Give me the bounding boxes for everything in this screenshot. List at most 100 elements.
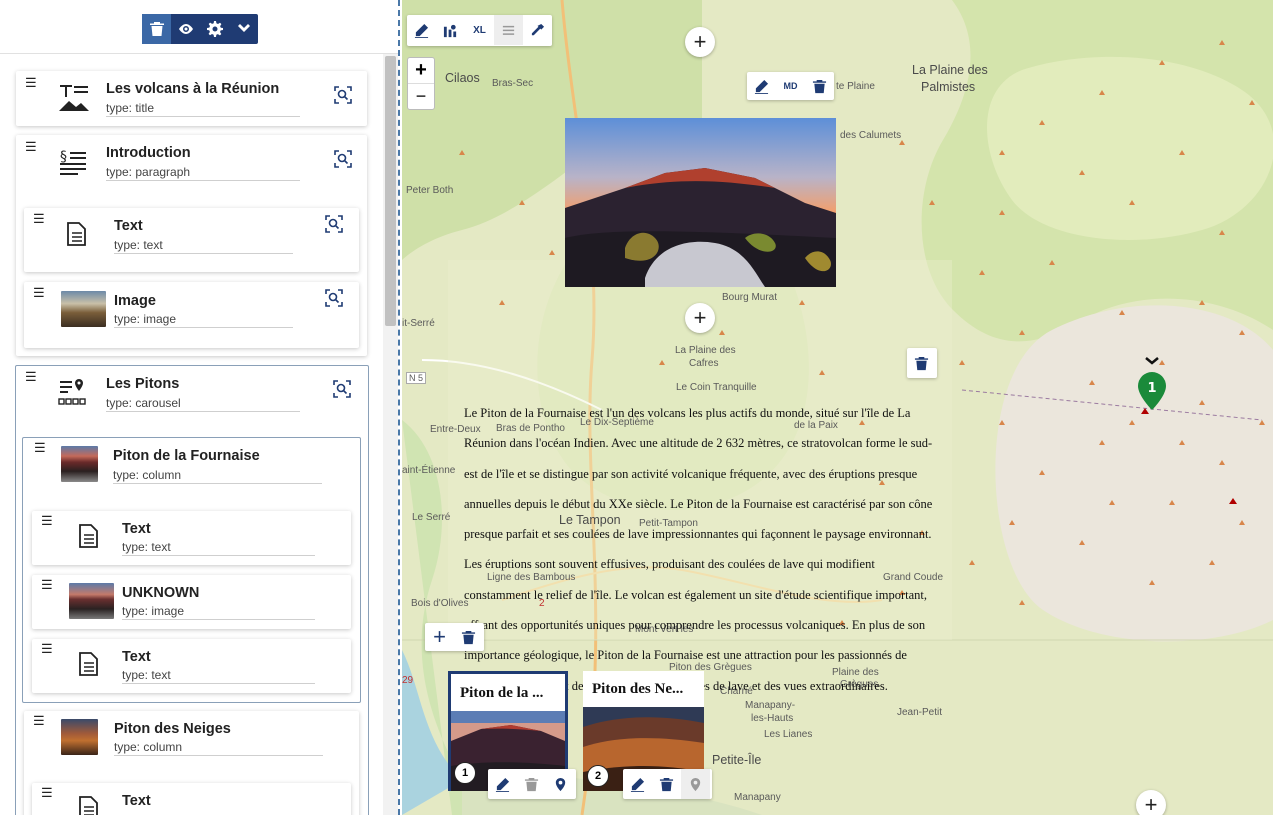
- document-icon: [79, 524, 98, 548]
- place-label: les-Hauts: [751, 713, 794, 724]
- outline-item-title-text: Les volcans à la Réunion: [106, 81, 280, 97]
- drag-handle-icon[interactable]: ☰: [33, 286, 45, 299]
- outline-item-type: type: image: [114, 312, 293, 328]
- drag-handle-icon[interactable]: ☰: [41, 642, 53, 655]
- place-label: Le Coin Tranquille: [676, 382, 757, 393]
- place-label: La Plaine des: [912, 63, 988, 77]
- outline-item-title-text: Text: [122, 793, 151, 809]
- gear-icon[interactable]: [200, 14, 229, 44]
- drag-handle-icon[interactable]: ☰: [33, 212, 45, 225]
- slide-toolbar: [623, 769, 712, 799]
- sidebar-toolbar: [142, 14, 258, 44]
- trash-icon[interactable]: [907, 348, 936, 378]
- place-label: it-Serré: [402, 318, 435, 329]
- zoom-out-button[interactable]: −: [408, 84, 434, 109]
- pencil-icon[interactable]: [488, 769, 517, 799]
- drag-handle-icon[interactable]: ☰: [41, 578, 53, 591]
- zoom-in-button[interactable]: +: [408, 58, 434, 84]
- zoom-to-icon[interactable]: [325, 289, 343, 307]
- add-slide-button[interactable]: +: [425, 623, 454, 651]
- zoom-to-icon[interactable]: [325, 215, 343, 233]
- trash-icon[interactable]: [805, 72, 834, 100]
- outline-item-title-text: Piton des Neiges: [114, 721, 231, 737]
- trash-icon[interactable]: [517, 769, 546, 799]
- volcano-image[interactable]: [565, 118, 836, 287]
- outline-item-type: type: text: [122, 540, 315, 556]
- place-label: Bourg Murat: [722, 292, 778, 303]
- carousel-icon: [58, 379, 86, 405]
- place-label: Le Serré: [412, 512, 451, 523]
- scrollbar-thumb[interactable]: [385, 56, 396, 326]
- outline-item-text[interactable]: ☰ Text type: text: [32, 639, 351, 693]
- align-icon[interactable]: [494, 15, 523, 45]
- drag-handle-icon[interactable]: ☰: [25, 140, 37, 153]
- eyedropper-icon[interactable]: [523, 15, 552, 45]
- outline-item-type: type: column: [113, 468, 322, 484]
- outline-item-title-text: Image: [114, 293, 156, 309]
- place-label: Manapany-: [745, 700, 796, 711]
- trash-icon[interactable]: [454, 623, 483, 651]
- outline-item-title-text: Introduction: [106, 145, 191, 161]
- outline-item-title[interactable]: ☰ Les volcans à la Réunion type: title: [16, 71, 367, 126]
- trash-icon[interactable]: [142, 14, 171, 44]
- place-label: Bois d'Olives: [411, 598, 469, 609]
- drag-handle-icon[interactable]: ☰: [41, 514, 53, 527]
- zoom-to-icon[interactable]: [334, 150, 352, 168]
- outline-item-type: type: text: [122, 668, 315, 684]
- size-button[interactable]: MD: [776, 72, 805, 100]
- place-label: te Plaine: [836, 81, 875, 92]
- chevron-down-icon[interactable]: [229, 14, 258, 44]
- outline-item-text[interactable]: ☰ Text type: text: [24, 208, 359, 272]
- slide-number: 2: [587, 765, 609, 787]
- drag-handle-icon[interactable]: ☰: [25, 76, 37, 89]
- text-block-toolbar: [907, 348, 937, 378]
- map-toolbar: XL: [407, 15, 552, 46]
- outline-item-title-text: Text: [114, 218, 143, 234]
- outline-item-title-text: Text: [122, 649, 151, 665]
- drag-handle-icon[interactable]: ☰: [34, 441, 46, 454]
- map-canvas[interactable]: Cilaos Bras-Sec La Plaine des Palmistes …: [402, 0, 1273, 815]
- outline-item-image[interactable]: ☰ Image type: image: [24, 282, 359, 348]
- pencil-icon[interactable]: [623, 769, 652, 799]
- story-outline-sidebar: ☰ Les volcans à la Réunion type: title ☰…: [0, 0, 400, 815]
- place-label: Bras-Sec: [492, 78, 534, 89]
- location-pin-icon[interactable]: [546, 769, 575, 799]
- document-icon: [79, 652, 98, 676]
- size-button[interactable]: XL: [465, 15, 494, 45]
- eye-icon[interactable]: [171, 14, 200, 44]
- outline-item-type: type: paragraph: [106, 165, 300, 181]
- story-paragraph[interactable]: Le Piton de la Fournaise est l'un des vo…: [464, 398, 936, 701]
- add-block-button[interactable]: +: [685, 27, 715, 57]
- add-block-button[interactable]: +: [685, 303, 715, 333]
- layout-icon[interactable]: [436, 15, 465, 45]
- outline-item-title-text: UNKNOWN: [122, 585, 200, 601]
- map-marker-icon[interactable]: 1: [1136, 350, 1168, 420]
- zoom-to-icon[interactable]: [333, 380, 351, 398]
- outline-item-image[interactable]: ☰ UNKNOWN type: image: [32, 575, 351, 629]
- place-label: La Plaine des: [675, 345, 736, 356]
- image-thumbnail: [61, 446, 98, 482]
- zoom-control: + −: [407, 57, 435, 110]
- svg-text:§: §: [60, 149, 67, 165]
- slide-title: Piton de la ...: [460, 685, 544, 701]
- zoom-to-icon[interactable]: [334, 86, 352, 104]
- drag-handle-icon[interactable]: ☰: [25, 370, 37, 383]
- road-label: 29: [402, 675, 414, 686]
- outline-item-text[interactable]: ☰ Text type: text: [32, 511, 351, 565]
- image-thumbnail: [61, 291, 106, 327]
- document-icon: [67, 222, 86, 246]
- pencil-icon[interactable]: [407, 15, 436, 45]
- pencil-icon[interactable]: [747, 72, 776, 100]
- drag-handle-icon[interactable]: ☰: [33, 714, 45, 727]
- add-block-button[interactable]: +: [1136, 790, 1166, 815]
- outline-item-title-text: Text: [122, 521, 151, 537]
- slide-title: Piton des Ne...: [592, 681, 684, 697]
- outline-item-text[interactable]: ☰ Text: [32, 783, 351, 815]
- trash-icon[interactable]: [652, 769, 681, 799]
- outline-item-type: type: text: [114, 238, 293, 254]
- app-root: ☰ Les volcans à la Réunion type: title ☰…: [0, 0, 1273, 815]
- drag-handle-icon[interactable]: ☰: [41, 786, 53, 799]
- sidebar-scrollbar[interactable]: [383, 54, 398, 815]
- slide-toolbar: [488, 769, 576, 799]
- location-pin-icon[interactable]: [681, 769, 710, 799]
